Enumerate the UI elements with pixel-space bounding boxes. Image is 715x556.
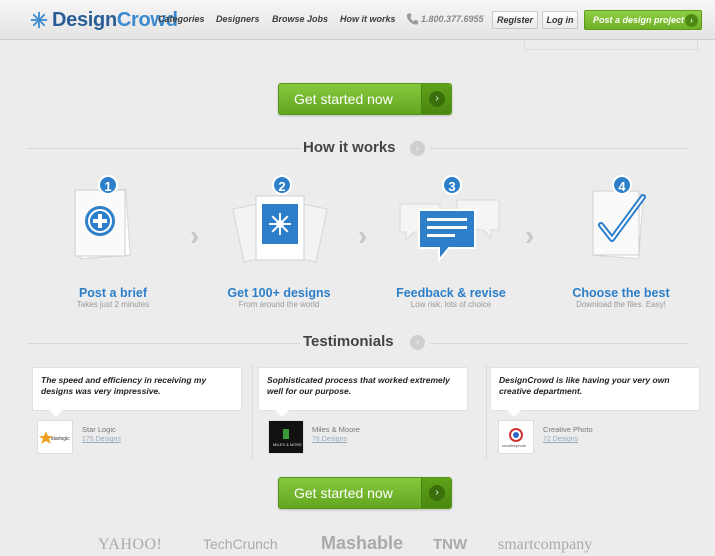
get-started-button-top[interactable]: Get started now › [278, 83, 452, 115]
nav-designers[interactable]: Designers [216, 14, 260, 24]
divider [486, 364, 487, 459]
creative-photo-logo[interactable]: creativephoto [498, 420, 534, 454]
nav-browse-jobs[interactable]: Browse Jobs [272, 14, 328, 24]
step-4-title: Choose the best [572, 286, 670, 300]
camera-logo-icon: creativephoto [502, 428, 527, 448]
chevron-right-icon: › [190, 220, 200, 251]
step-1-subtitle: Takes just 2 minutes [76, 300, 150, 309]
divider [430, 148, 687, 149]
arrow-right-icon: › [429, 485, 445, 501]
smartcompany-logo: smartcompany [498, 536, 593, 553]
star-logic-logo[interactable]: starlogic [37, 420, 73, 454]
miles-moore-logo[interactable]: MILES & MORE [268, 420, 304, 454]
designcrowd-logo[interactable]: DesignCrowd [30, 9, 178, 31]
get-started-label: Get started now [294, 485, 393, 501]
plus-circle-icon [74, 188, 131, 260]
chevron-right-icon: › [525, 220, 535, 251]
step-3-title: Feedback & revise [396, 286, 506, 300]
step-2-badge: 2 [272, 175, 292, 195]
testimonial-designs-link[interactable]: 72 Designs [543, 436, 578, 443]
register-button[interactable]: Register [492, 11, 538, 29]
creative-photo-logo-text: creativephoto [502, 443, 527, 448]
get-started-button-bottom[interactable]: Get started now › [278, 477, 452, 509]
testimonials-heading: Testimonials [303, 333, 394, 350]
step-1-title: Post a brief [78, 286, 148, 300]
divider [28, 343, 300, 344]
miles-moore-logo-text: MILES & MORE [273, 442, 302, 447]
chevron-right-icon: › [358, 220, 368, 251]
top-navigation-bar: DesignCrowd Categories Designers Browse … [0, 0, 715, 40]
logo-text-design: Design [52, 8, 117, 31]
yahoo-logo: YAHOO! [98, 536, 163, 553]
starburst-logo-icon [30, 11, 48, 29]
step-2-subtitle: From around the world [238, 300, 320, 309]
chat-bubble-icon [399, 199, 500, 263]
testimonial-company: Star Logic [82, 425, 116, 434]
star-logo-icon: starlogic [39, 431, 70, 444]
step-3-subtitle: Low risk, lots of choice [410, 300, 492, 309]
arrow-right-icon: › [410, 335, 425, 350]
phone-icon [406, 13, 419, 25]
arrow-right-icon: › [410, 141, 425, 156]
nav-how-it-works[interactable]: How it works [340, 14, 396, 24]
step-1-badge: 1 [98, 175, 118, 195]
checkmark-icon [592, 190, 646, 260]
star-logic-logo-text: starlogic [51, 436, 70, 442]
testimonial-quote: The speed and efficiency in receiving my… [32, 367, 242, 417]
design-sheets-icon [232, 195, 328, 263]
how-it-works-heading: How it works [303, 139, 396, 156]
techcrunch-logo: TechCrunch [203, 536, 278, 552]
post-design-project-button[interactable]: Post a design project › [584, 10, 702, 30]
testimonial-designs-link[interactable]: 175 Designs [82, 436, 121, 443]
step-3-badge: 3 [442, 175, 462, 195]
get-started-label: Get started now [294, 91, 393, 107]
miles-moore-logo-icon: MILES & MORE [273, 429, 302, 447]
nav-categories[interactable]: Categories [158, 14, 205, 24]
mashable-logo: Mashable [321, 533, 404, 553]
testimonial-quote: DesignCrowd is like having your very own… [490, 367, 700, 417]
step-2-title: Get 100+ designs [227, 286, 331, 300]
step-4-badge: 4 [612, 175, 632, 195]
divider [28, 148, 300, 149]
testimonial-quote: Sophisticated process that worked extrem… [258, 367, 468, 417]
testimonial-company: Creative Photo [543, 425, 593, 434]
login-button[interactable]: Log in [542, 11, 578, 29]
arrow-right-icon: › [429, 91, 445, 107]
divider [252, 364, 253, 459]
testimonial-company: Miles & Moore [312, 425, 360, 434]
divider [430, 343, 687, 344]
tnw-logo: TNW [433, 536, 468, 553]
post-design-project-label: Post a design project [593, 15, 685, 25]
step-4-subtitle: Download the files. Easy! [576, 300, 666, 309]
dropdown-edge [524, 40, 698, 50]
arrow-right-icon: › [685, 14, 698, 27]
phone-number: 1.800.377.6955 [421, 14, 484, 24]
testimonial-designs-link[interactable]: 78 Designs [312, 436, 347, 443]
